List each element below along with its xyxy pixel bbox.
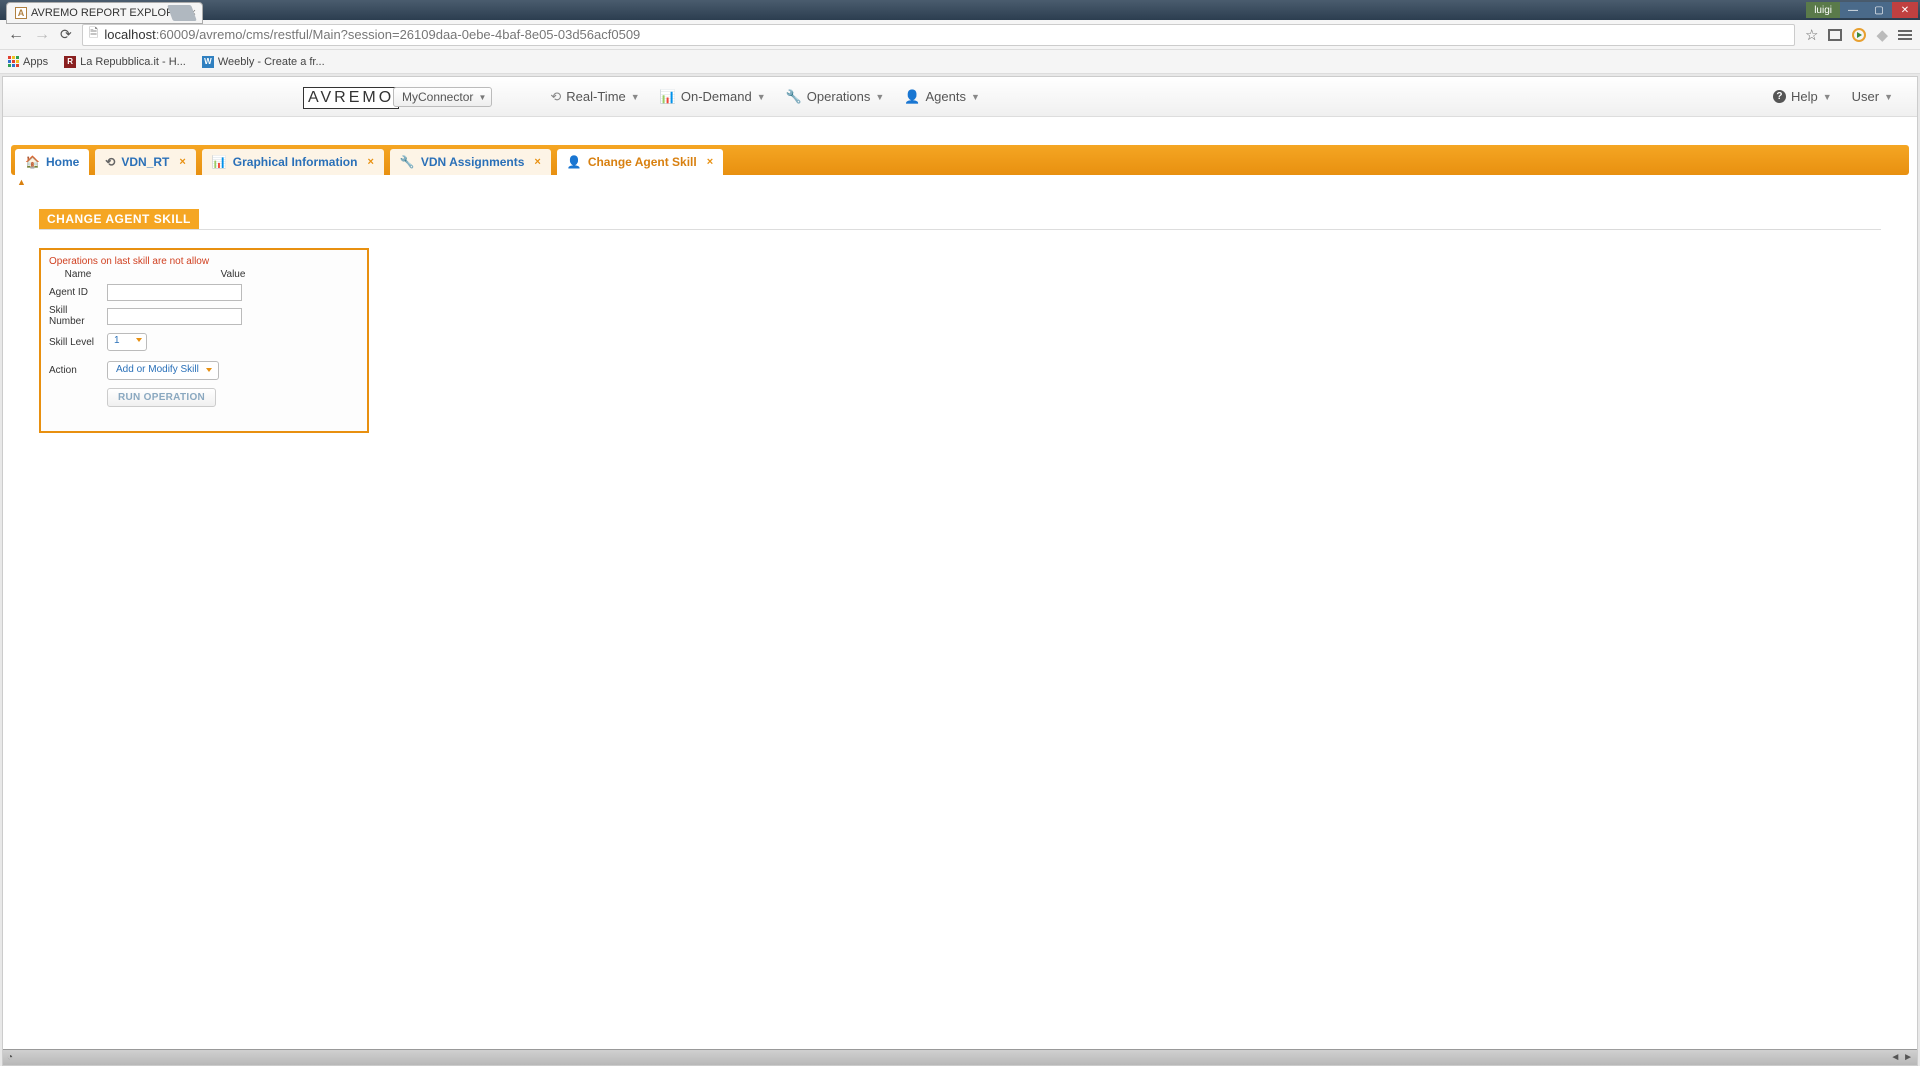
help-icon: ? <box>1773 90 1786 103</box>
connector-value: MyConnector <box>402 90 473 104</box>
bookmark-favicon: R <box>64 56 76 68</box>
action-select[interactable]: Add or Modify Skill <box>107 361 219 380</box>
warning-message: Operations on last skill are not allow <box>49 256 359 267</box>
favicon-icon: A <box>15 7 27 19</box>
content-area: CHANGE AGENT SKILL Operations on last sk… <box>3 189 1917 453</box>
tab-close-icon[interactable]: × <box>534 156 540 168</box>
window-user-label: luigi <box>1806 2 1840 18</box>
tab-strip: 🏠Home ⟲VDN_RT× 📊Graphical Information× 🔧… <box>11 145 1909 175</box>
page-icon: 🗎 <box>89 24 99 45</box>
nav-agents[interactable]: 👤Agents▼ <box>904 89 980 105</box>
nav-help[interactable]: ?Help▼ <box>1773 89 1832 104</box>
url-path: :60009/avremo/cms/restful/Main?session=2… <box>156 27 641 42</box>
nav-operations[interactable]: 🔧Operations▼ <box>786 89 885 105</box>
nav-user[interactable]: User▼ <box>1852 89 1893 104</box>
skill-level-select[interactable]: 1 <box>107 333 147 351</box>
action-value: Add or Modify Skill <box>116 364 199 375</box>
apps-shortcut[interactable]: Apps <box>8 56 48 68</box>
app-window: AVREMO MyConnector ⟲Real-Time▼ 📊On-Deman… <box>2 76 1918 1066</box>
col-header-name: Name <box>49 269 107 280</box>
run-operation-button[interactable]: RUN OPERATION <box>107 388 216 407</box>
bookmark-weebly[interactable]: W Weebly - Create a fr... <box>202 56 325 68</box>
person-icon: 👤 <box>904 89 920 105</box>
chrome-menu-button[interactable] <box>1898 30 1912 40</box>
address-bar[interactable]: 🗎 localhost:60009/avremo/cms/restful/Mai… <box>82 24 1795 46</box>
window-close-button[interactable]: ✕ <box>1892 2 1918 18</box>
tab-close-icon[interactable]: × <box>707 156 713 168</box>
change-agent-skill-form: Operations on last skill are not allow N… <box>39 248 369 433</box>
col-header-value: Value <box>107 269 359 280</box>
wrench-icon: 🔧 <box>786 89 802 105</box>
tab-graphical-information[interactable]: 📊Graphical Information× <box>202 149 384 175</box>
extension-play-icon[interactable] <box>1852 28 1866 42</box>
apps-icon <box>8 56 19 67</box>
wrench-icon: 🔧 <box>400 155 415 169</box>
status-left-icon[interactable]: ◔ <box>7 1052 13 1063</box>
bookmarks-bar: Apps R La Repubblica.it - H... W Weebly … <box>0 50 1920 74</box>
reload-button[interactable]: ⟳ <box>60 26 72 43</box>
action-label: Action <box>49 365 103 376</box>
section-title: CHANGE AGENT SKILL <box>39 209 199 229</box>
tab-vdn-assignments[interactable]: 🔧VDN Assignments× <box>390 149 551 175</box>
extension-icon[interactable]: ◆ <box>1876 26 1888 44</box>
nav-ondemand[interactable]: 📊On-Demand▼ <box>660 89 766 105</box>
agent-id-input[interactable] <box>107 284 242 301</box>
bookmark-star-icon[interactable]: ☆ <box>1805 26 1818 44</box>
bookmark-repubblica[interactable]: R La Repubblica.it - H... <box>64 56 186 68</box>
person-icon: 👤 <box>567 155 582 169</box>
bookmark-label: Weebly - Create a fr... <box>218 56 325 68</box>
tab-close-icon[interactable]: × <box>179 156 185 168</box>
window-maximize-button[interactable]: ▢ <box>1866 2 1892 18</box>
tab-change-agent-skill[interactable]: 👤Change Agent Skill× <box>557 149 723 175</box>
connector-select[interactable]: MyConnector <box>393 87 492 107</box>
chevron-down-icon <box>136 338 142 342</box>
browser-tab-title: AVREMO REPORT EXPLOR <box>31 7 174 19</box>
chart-icon: 📊 <box>212 155 227 169</box>
tab-vdn-rt[interactable]: ⟲VDN_RT× <box>95 149 196 175</box>
refresh-icon: ⟲ <box>550 89 561 105</box>
refresh-icon: ⟲ <box>105 155 115 169</box>
chevron-down-icon <box>206 368 212 372</box>
app-logo: AVREMO <box>303 87 399 109</box>
status-bar: ◔ ◄ ► <box>3 1049 1917 1065</box>
browser-titlebar: luigi — ▢ ✕ <box>0 0 1920 20</box>
divider <box>39 229 1881 230</box>
tab-home[interactable]: 🏠Home <box>15 149 89 175</box>
scroll-left-icon[interactable]: ◄ <box>1890 1052 1900 1063</box>
home-icon: 🏠 <box>25 155 40 169</box>
url-host: localhost <box>104 27 155 42</box>
window-minimize-button[interactable]: — <box>1840 2 1866 18</box>
app-header: AVREMO MyConnector ⟲Real-Time▼ 📊On-Deman… <box>3 77 1917 117</box>
device-icon[interactable] <box>1828 29 1842 41</box>
browser-toolbar: ← → ⟳ 🗎 localhost:60009/avremo/cms/restf… <box>0 20 1920 50</box>
apps-label: Apps <box>23 56 48 68</box>
chart-icon: 📊 <box>660 89 676 105</box>
bookmark-label: La Repubblica.it - H... <box>80 56 186 68</box>
collapse-tabs-icon[interactable]: ▲ <box>11 175 1909 189</box>
column-headers: Name Value <box>49 269 359 280</box>
skill-level-label: Skill Level <box>49 337 103 348</box>
back-button[interactable]: ← <box>8 26 24 44</box>
tab-close-icon[interactable]: × <box>367 156 373 168</box>
bookmark-favicon: W <box>202 56 214 68</box>
scroll-right-icon[interactable]: ► <box>1903 1052 1913 1063</box>
agent-id-label: Agent ID <box>49 287 103 298</box>
skill-level-value: 1 <box>114 335 120 346</box>
skill-number-label: Skill Number <box>49 305 103 327</box>
forward-button[interactable]: → <box>34 26 50 44</box>
skill-number-input[interactable] <box>107 308 242 325</box>
nav-realtime[interactable]: ⟲Real-Time▼ <box>550 89 639 105</box>
